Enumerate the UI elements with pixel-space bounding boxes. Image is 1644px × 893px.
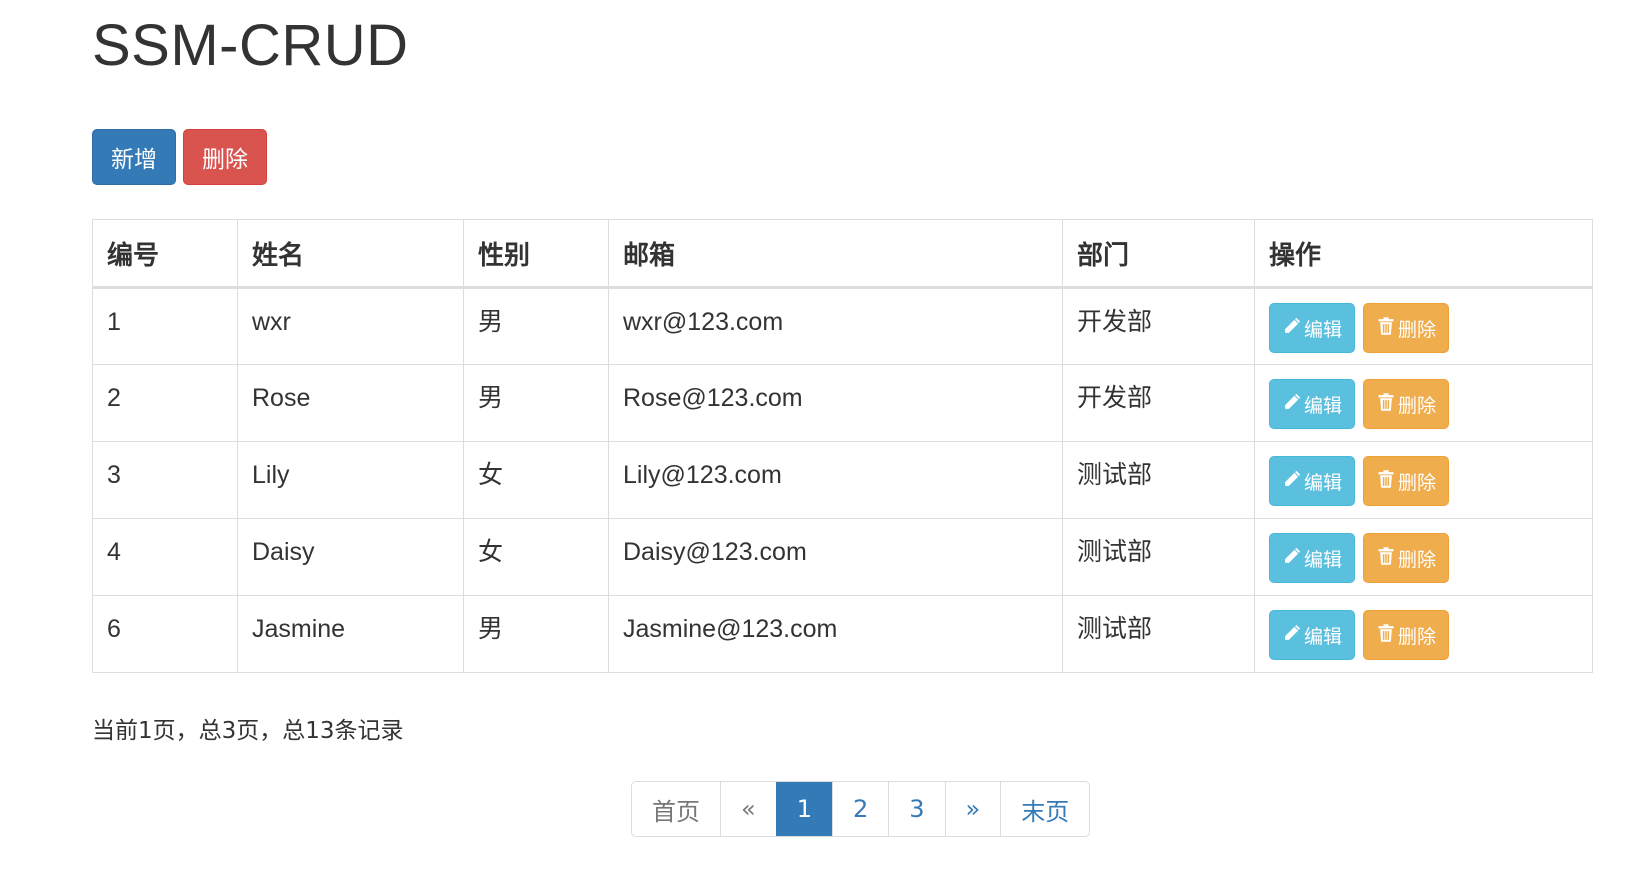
edit-label: 编辑 (1304, 318, 1343, 341)
pagination-page-3[interactable]: 3 (888, 782, 944, 836)
cell-department: 开发部 (1062, 364, 1255, 442)
cell-department: 开发部 (1062, 287, 1255, 365)
delete-button[interactable]: 删除 (1363, 379, 1450, 429)
edit-button[interactable]: 编辑 (1269, 456, 1356, 506)
table-body: 1 wxr 男 wxr@123.com 开发部 编辑 删除 2 Rose 男 Rose@123.co… (92, 287, 1593, 673)
cell-name: Rose (237, 364, 464, 442)
pagination-page-1[interactable]: 1 (775, 782, 832, 836)
edit-button[interactable]: 编辑 (1269, 303, 1356, 353)
row-actions: 编辑 删除 (1269, 533, 1578, 583)
cell-id: 1 (92, 287, 238, 365)
pencil-icon (1282, 392, 1302, 417)
cell-name: Daisy (237, 518, 464, 596)
delete-button[interactable]: 删除 (1363, 456, 1450, 506)
pagination-last[interactable]: 末页 (1000, 782, 1089, 836)
cell-gender: 男 (463, 595, 609, 673)
cell-id: 6 (92, 595, 238, 673)
cell-actions: 编辑 删除 (1254, 595, 1593, 673)
cell-department: 测试部 (1062, 518, 1255, 596)
header-name: 姓名 (237, 219, 464, 289)
delete-button[interactable]: 删除 (1363, 533, 1450, 583)
edit-label: 编辑 (1304, 548, 1343, 571)
pencil-icon (1282, 623, 1302, 648)
delete-label: 删除 (1398, 318, 1437, 341)
cell-id: 2 (92, 364, 238, 442)
pagination-first[interactable]: 首页 (632, 782, 720, 836)
pagination: 首页 « 1 2 3 » 末页 (631, 781, 1091, 837)
edit-button[interactable]: 编辑 (1269, 533, 1356, 583)
cell-actions: 编辑 删除 (1254, 441, 1593, 519)
delete-label: 删除 (1398, 394, 1437, 417)
cell-gender: 女 (463, 518, 609, 596)
cell-gender: 女 (463, 441, 609, 519)
pagination-prev[interactable]: « (720, 782, 776, 836)
edit-label: 编辑 (1304, 625, 1343, 648)
row-actions: 编辑 删除 (1269, 610, 1578, 660)
cell-email: Daisy@123.com (608, 518, 1063, 596)
header-gender: 性别 (463, 219, 609, 289)
page-title: SSM-CRUD (92, 13, 409, 78)
delete-button[interactable]: 删除 (1363, 610, 1450, 660)
pencil-icon (1282, 469, 1302, 494)
delete-label: 删除 (1398, 548, 1437, 571)
table-header: 编号 姓名 性别 邮箱 部门 操作 (92, 219, 1593, 289)
edit-label: 编辑 (1304, 471, 1343, 494)
cell-email: Lily@123.com (608, 441, 1063, 519)
cell-name: Lily (237, 441, 464, 519)
table-row: 6 Jasmine 男 Jasmine@123.com 测试部 编辑 删除 (92, 595, 1593, 673)
cell-email: Rose@123.com (608, 364, 1063, 442)
cell-gender: 男 (463, 364, 609, 442)
cell-actions: 编辑 删除 (1254, 518, 1593, 596)
cell-department: 测试部 (1062, 595, 1255, 673)
cell-actions: 编辑 删除 (1254, 287, 1593, 365)
page: SSM-CRUD 新增 删除 编号 姓名 性别 邮箱 部门 操作 1 wxr 男… (0, 0, 1644, 893)
delete-button[interactable]: 删除 (1363, 303, 1450, 353)
batch-delete-button[interactable]: 删除 (183, 129, 267, 185)
page-summary: 当前1页，总3页，总13条记录 (92, 718, 404, 744)
table-row: 3 Lily 女 Lily@123.com 测试部 编辑 删除 (92, 441, 1593, 519)
header-email: 邮箱 (608, 219, 1063, 289)
cell-name: wxr (237, 287, 464, 365)
cell-email: Jasmine@123.com (608, 595, 1063, 673)
edit-button[interactable]: 编辑 (1269, 379, 1356, 429)
pencil-icon (1282, 546, 1302, 571)
trash-icon (1376, 316, 1396, 341)
row-actions: 编辑 删除 (1269, 456, 1578, 506)
edit-button[interactable]: 编辑 (1269, 610, 1356, 660)
cell-department: 测试部 (1062, 441, 1255, 519)
cell-name: Jasmine (237, 595, 464, 673)
trash-icon (1376, 546, 1396, 571)
toolbar: 新增 删除 (92, 129, 267, 185)
cell-id: 3 (92, 441, 238, 519)
row-actions: 编辑 删除 (1269, 379, 1578, 429)
header-actions: 操作 (1254, 219, 1593, 289)
delete-label: 删除 (1398, 471, 1437, 494)
row-actions: 编辑 删除 (1269, 303, 1578, 353)
add-employee-button[interactable]: 新增 (92, 129, 176, 185)
pagination-page-2[interactable]: 2 (831, 782, 888, 836)
employee-table-wrapper: 编号 姓名 性别 邮箱 部门 操作 1 wxr 男 wxr@123.com 开发部 编辑删… (92, 219, 1644, 673)
trash-icon (1376, 623, 1396, 648)
trash-icon (1376, 469, 1396, 494)
pagination-next[interactable]: » (944, 782, 1001, 836)
trash-icon (1376, 392, 1396, 417)
header-department: 部门 (1062, 219, 1255, 289)
cell-actions: 编辑 删除 (1254, 364, 1593, 442)
employee-table: 编号 姓名 性别 邮箱 部门 操作 1 wxr 男 wxr@123.com 开发部 编辑删… (92, 219, 1593, 673)
table-row: 4 Daisy 女 Daisy@123.com 测试部 编辑 删除 (92, 518, 1593, 596)
pencil-icon (1282, 316, 1302, 341)
table-row: 2 Rose 男 Rose@123.com 开发部 编辑 删除 (92, 364, 1593, 442)
header-row: 编号 姓名 性别 邮箱 部门 操作 (92, 219, 1593, 289)
cell-email: wxr@123.com (608, 287, 1063, 365)
edit-label: 编辑 (1304, 394, 1343, 417)
header-id: 编号 (92, 219, 238, 289)
cell-id: 4 (92, 518, 238, 596)
delete-label: 删除 (1398, 625, 1437, 648)
cell-gender: 男 (463, 287, 609, 365)
table-row: 1 wxr 男 wxr@123.com 开发部 编辑 删除 (92, 287, 1593, 365)
